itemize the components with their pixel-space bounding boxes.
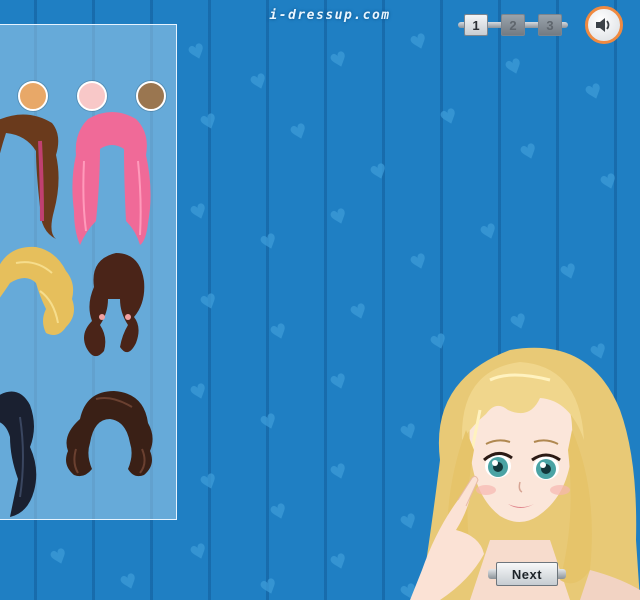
heart-decoration: ♥ xyxy=(256,407,282,437)
heart-decoration: ♥ xyxy=(326,45,352,75)
page-1-button[interactable]: 1 xyxy=(464,14,488,36)
hairstyle-pink-pigtails[interactable] xyxy=(66,111,158,247)
heart-decoration: ♥ xyxy=(476,217,502,247)
heart-decoration: ♥ xyxy=(186,537,212,567)
heart-decoration: ♥ xyxy=(46,542,72,572)
heart-decoration: ♥ xyxy=(256,227,282,257)
next-button-label[interactable]: Next xyxy=(496,562,558,586)
heart-decoration: ♥ xyxy=(326,367,352,397)
heart-decoration: ♥ xyxy=(596,167,622,197)
heart-decoration: ♥ xyxy=(326,547,352,577)
heart-decoration: ♥ xyxy=(346,297,372,327)
hairstyle-panel xyxy=(0,24,177,520)
heart-decoration: ♥ xyxy=(326,457,352,487)
next-button[interactable]: Next xyxy=(488,562,566,586)
page-2-button[interactable]: 2 xyxy=(501,14,525,36)
heart-decoration: ♥ xyxy=(516,137,542,167)
heart-decoration: ♥ xyxy=(326,202,352,232)
heart-decoration: ♥ xyxy=(406,247,432,277)
hair-color-swatch-orange[interactable] xyxy=(18,81,48,111)
heart-decoration: ♥ xyxy=(501,52,527,82)
hair-color-swatch-brown[interactable] xyxy=(136,81,166,111)
hairstyle-brown-curls[interactable] xyxy=(80,247,152,367)
heart-decoration: ♥ xyxy=(186,197,212,227)
hair-color-swatch-pink[interactable] xyxy=(77,81,107,111)
heart-decoration: ♥ xyxy=(556,257,582,287)
heart-decoration: ♥ xyxy=(184,37,210,67)
page-3-button[interactable]: 3 xyxy=(538,14,562,36)
sound-toggle-button[interactable] xyxy=(585,6,623,44)
hairstyle-blonde-wavy[interactable] xyxy=(0,243,80,343)
heart-decoration: ♥ xyxy=(186,377,212,407)
page-navigator: 1 2 3 xyxy=(458,12,568,38)
heart-decoration: ♥ xyxy=(116,567,142,597)
hairstyle-brown-bob[interactable] xyxy=(62,389,158,481)
speaker-icon xyxy=(596,18,610,32)
heart-decoration: ♥ xyxy=(406,27,432,57)
heart-decoration: ♥ xyxy=(286,117,312,147)
hairstyle-black-long[interactable] xyxy=(0,387,42,519)
heart-decoration: ♥ xyxy=(266,317,292,347)
heart-decoration: ♥ xyxy=(196,287,222,317)
hairstyle-brown-ponytail[interactable] xyxy=(0,111,68,241)
heart-decoration: ♥ xyxy=(246,67,272,97)
site-logo[interactable]: i-dressup.com xyxy=(244,8,416,26)
heart-decoration: ♥ xyxy=(196,107,222,137)
heart-decoration: ♥ xyxy=(436,102,462,132)
model-girl-avatar xyxy=(410,347,640,600)
heart-decoration: ♥ xyxy=(581,77,607,107)
heart-decoration: ♥ xyxy=(266,497,292,527)
heart-decoration: ♥ xyxy=(196,467,222,497)
heart-decoration: ♥ xyxy=(256,572,282,600)
heart-decoration: ♥ xyxy=(506,307,532,337)
heart-decoration: ♥ xyxy=(366,157,392,187)
